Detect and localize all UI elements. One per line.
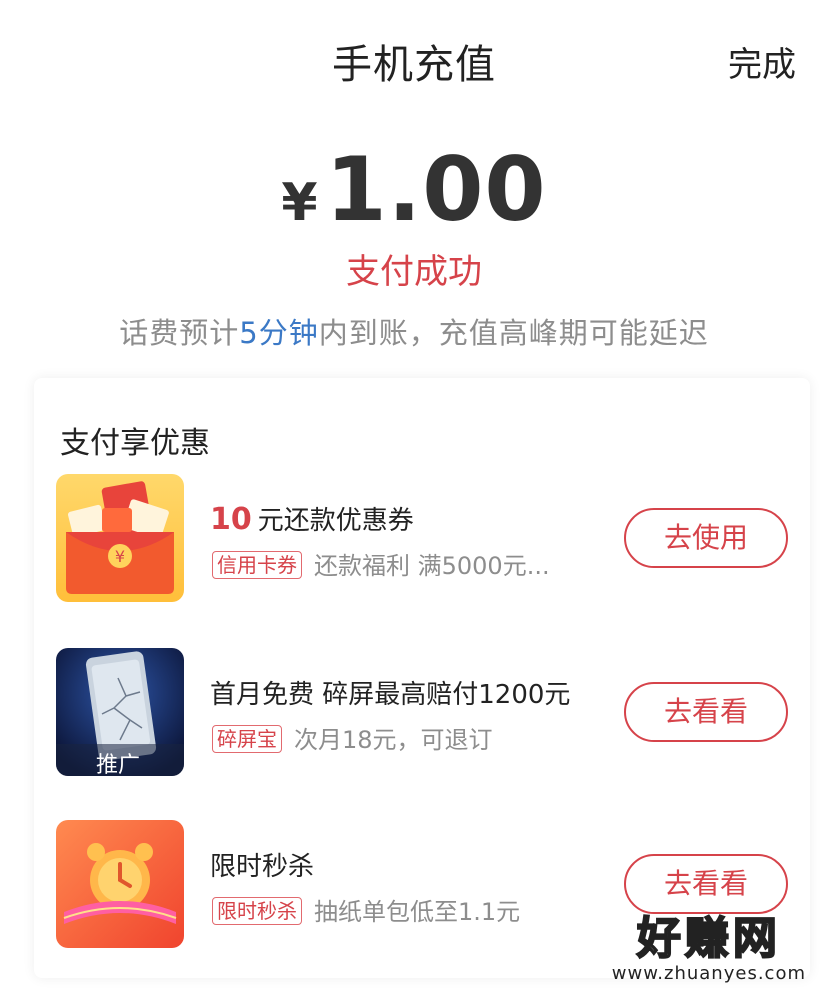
- watermark: 好赚网 www.zhuanyes.com: [611, 913, 806, 985]
- offer-title: 10 元还款优惠券: [210, 500, 414, 537]
- watermark-brand: 好赚网: [636, 913, 781, 964]
- use-coupon-button[interactable]: 去使用: [624, 508, 788, 568]
- currency-symbol: ¥: [281, 173, 318, 233]
- promotion-caption: 推广: [96, 753, 140, 776]
- offer-title-text: 元还款优惠券: [257, 506, 414, 536]
- offer-tag: 限时秒杀: [212, 897, 302, 925]
- offer-item-repayment-coupon[interactable]: ¥ 10 元还款优惠券 信用卡券 还款福利 满5000元... 去使用: [34, 474, 810, 606]
- offer-subtitle-row: 限时秒杀 抽纸单包低至1.1元: [212, 892, 520, 927]
- view-offer-button[interactable]: 去看看: [624, 682, 788, 742]
- offer-item-screen-insurance[interactable]: 推广 首月免费 碎屏最高赔付1200元 碎屏宝 次月18元，可退订 去看看: [34, 648, 810, 780]
- offer-title: 限时秒杀: [210, 852, 315, 882]
- offer-tag: 信用卡券: [212, 551, 302, 579]
- header-bar: 手机充值 完成: [0, 0, 828, 120]
- cracked-phone-icon: 推广: [56, 648, 184, 776]
- offer-tag: 碎屏宝: [212, 725, 282, 753]
- payment-status: 支付成功: [346, 252, 482, 292]
- page-title: 手机充值: [332, 42, 496, 88]
- done-button[interactable]: 完成: [728, 37, 796, 86]
- amount-display: ¥1.00: [0, 138, 828, 241]
- offer-subtitle: 还款福利 满5000元...: [314, 552, 550, 580]
- view-offer-button[interactable]: 去看看: [624, 854, 788, 914]
- offer-subtitle: 次月18元，可退订: [294, 726, 493, 754]
- offer-amount: 10: [210, 502, 252, 537]
- payment-amount: 1.00: [325, 138, 547, 241]
- alarm-clock-icon: [56, 820, 184, 948]
- arrival-note: 话费预计5分钟内到账，充值高峰期可能延迟: [0, 310, 828, 352]
- offer-title: 首月免费 碎屏最高赔付1200元: [210, 680, 571, 710]
- offer-subtitle-row: 碎屏宝 次月18元，可退订: [212, 720, 493, 755]
- red-envelope-coupon-icon: ¥: [56, 474, 184, 602]
- arrival-time-highlight: 5分钟: [239, 316, 319, 350]
- offers-card: 支付享优惠 ¥ 10 元还款优惠券 信用卡券 还款福利 满5000元... 去使…: [34, 378, 810, 978]
- offer-subtitle: 抽纸单包低至1.1元: [314, 898, 521, 926]
- arrival-note-prefix: 话费预计: [119, 316, 240, 350]
- arrival-note-suffix: 内到账，充值高峰期可能延迟: [318, 316, 709, 350]
- offers-section-title: 支付享优惠: [60, 426, 210, 461]
- svg-text:¥: ¥: [115, 547, 125, 566]
- watermark-domain: www.zhuanyes.com: [611, 963, 806, 984]
- offer-subtitle-row: 信用卡券 还款福利 满5000元...: [212, 546, 550, 581]
